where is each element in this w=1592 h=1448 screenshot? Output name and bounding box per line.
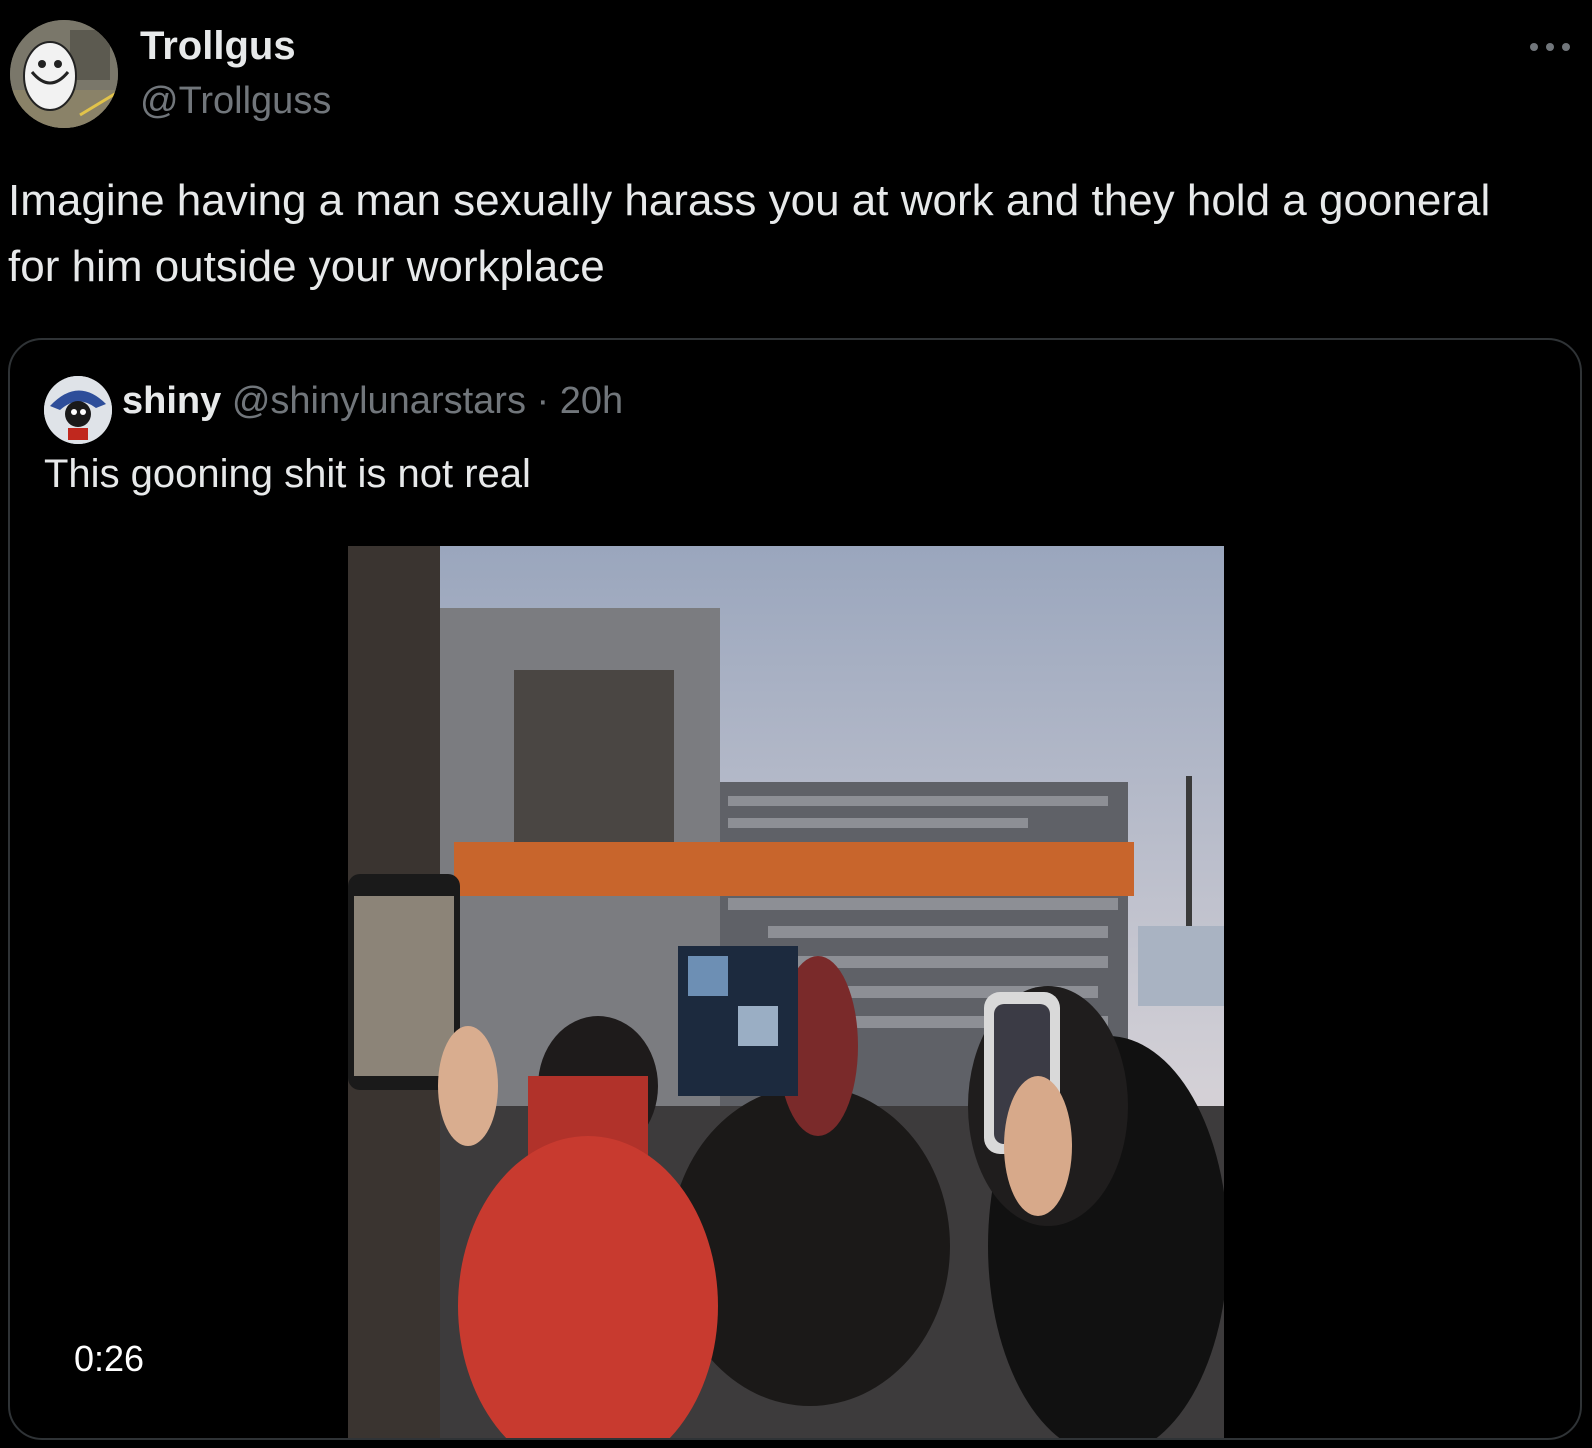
quoted-tweet-text: This gooning shit is not real xyxy=(44,452,531,496)
more-horizontal-icon xyxy=(1530,43,1570,51)
video-thumbnail xyxy=(348,546,1224,1438)
quoted-tweet-timestamp[interactable]: 20h xyxy=(560,380,623,422)
tweet-text: Imagine having a man sexually harass you… xyxy=(8,176,1491,291)
more-options-button[interactable] xyxy=(1526,32,1574,62)
tweet: Trollgus @Trollguss Imagine having a man… xyxy=(0,0,1592,1448)
quoted-author-handle[interactable]: @shinylunarstars xyxy=(232,380,526,422)
meta-separator: · xyxy=(536,380,550,422)
author-name[interactable]: Trollgus xyxy=(140,24,296,69)
quoted-author-avatar[interactable] xyxy=(44,376,112,444)
quoted-tweet[interactable]: shiny @shinylunarstars · 20h This goonin… xyxy=(8,338,1582,1440)
quoted-tweet-meta: shiny @shinylunarstars · 20h xyxy=(122,380,623,423)
video-duration-badge: 0:26 xyxy=(60,1332,159,1386)
quoted-author-name[interactable]: shiny xyxy=(122,380,221,422)
author-handle[interactable]: @Trollguss xyxy=(140,80,331,123)
author-avatar[interactable] xyxy=(10,20,118,128)
video-player[interactable] xyxy=(348,546,1224,1438)
